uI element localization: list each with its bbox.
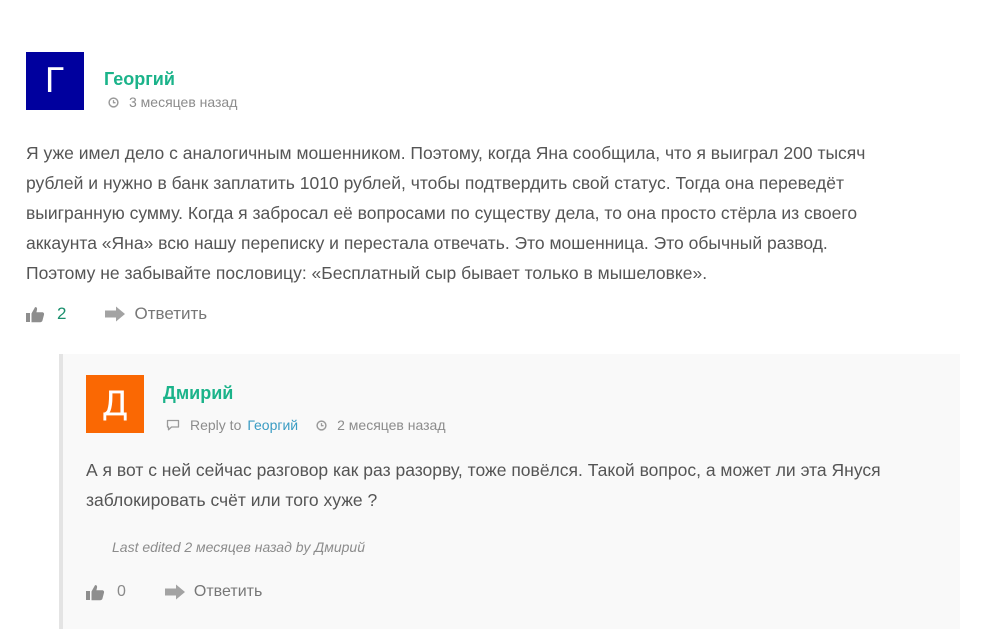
comment-text-line: выигранную сумму. Когда я забросал её во… (26, 203, 858, 223)
reply-arrow-icon (164, 584, 185, 600)
comments-page: Г Георгий 3 месяцев назад Я уже имел дел… (0, 0, 983, 629)
reply-text-line: А я вот с ней сейчас разговор как раз ра… (86, 460, 881, 480)
comment-date-text: 3 месяцев назад (129, 94, 238, 110)
comment-text-line: аккаунта «Яна» всю нашу переписку и пере… (26, 233, 828, 253)
thumbs-up-icon[interactable] (86, 584, 105, 601)
comment-text-line: рублей и нужно в банк заплатить 1010 руб… (26, 173, 844, 193)
avatar: Г (26, 52, 84, 110)
like-count: 2 (57, 304, 67, 323)
reply-text: А я вот с ней сейчас разговор как раз ра… (86, 455, 881, 515)
speech-bubble-icon (166, 419, 180, 431)
reply-label: Ответить (193, 583, 263, 600)
reply-date-text: 2 месяцев назад (337, 417, 446, 433)
reply-to: Reply to Георгий 2 месяцев назад (166, 417, 446, 433)
reply-actions: 0 Ответить (86, 583, 262, 601)
comment-text-line: Поэтому не забывайте пословицу: «Бесплат… (26, 263, 708, 283)
clock-icon (108, 96, 119, 108)
reply-label: Ответить (134, 304, 208, 323)
reply-button[interactable]: Ответить (164, 583, 262, 601)
reply-button[interactable]: Ответить (104, 304, 207, 324)
comment-text-line: Я уже имел дело с аналогичным мошенником… (26, 143, 866, 163)
edited-note: Last edited 2 месяцев назад by Дмирий (112, 539, 365, 555)
reply-text-line: заблокировать счёт или того хуже ? (86, 490, 378, 510)
comment-text: Я уже имел дело с аналогичным мошенником… (26, 138, 865, 288)
reply-comment: Д Дмирий Reply to Георгий 2 месяцев наза… (59, 354, 960, 629)
comment-author[interactable]: Георгий (104, 69, 175, 90)
comment-date: 3 месяцев назад (108, 94, 237, 110)
reply-arrow-icon (105, 306, 126, 322)
avatar: Д (86, 375, 144, 433)
like-count: 0 (117, 583, 126, 600)
reply-to-link[interactable]: Георгий (247, 417, 298, 433)
reply-to-label: Reply to (190, 417, 242, 433)
reply-date: 2 месяцев назад (316, 417, 446, 433)
thumbs-up-icon[interactable] (26, 306, 45, 323)
clock-icon (316, 419, 327, 431)
reply-author[interactable]: Дмирий (163, 383, 233, 404)
comment-actions: 2 Ответить (26, 304, 207, 324)
